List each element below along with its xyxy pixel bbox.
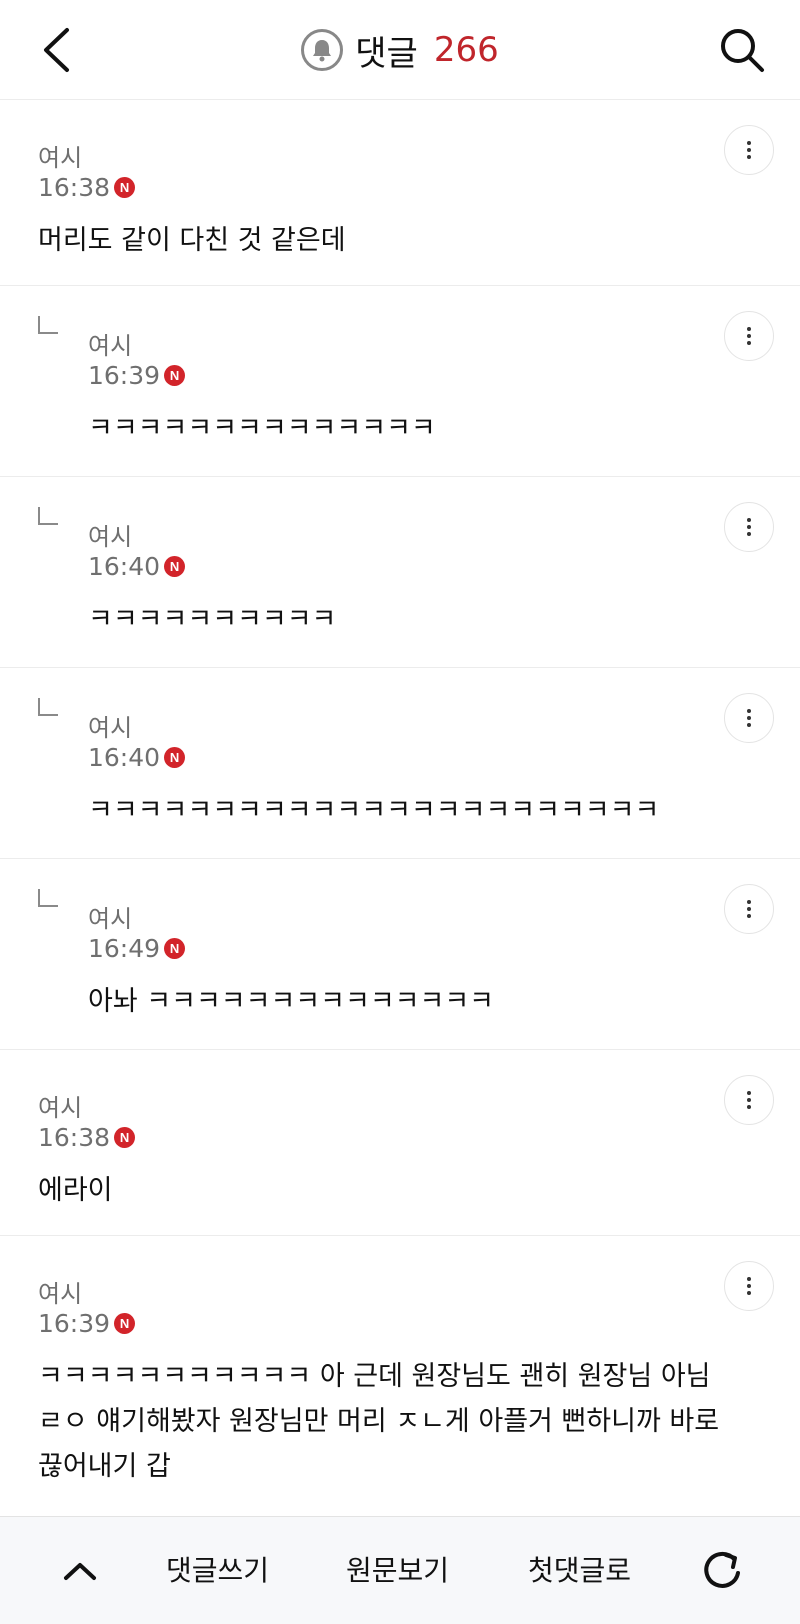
comment-author: 여시 — [88, 905, 133, 933]
comment-time: 16:38 — [38, 1123, 111, 1152]
comment-time-row: 16:39 N — [38, 1309, 136, 1338]
comment-text: ㅋㅋㅋㅋㅋㅋㅋㅋㅋㅋ — [88, 604, 337, 635]
reply-arrow-icon — [38, 889, 58, 907]
new-badge: N — [164, 747, 186, 768]
comment-time-row: 16:40 N — [88, 743, 186, 772]
comment-item: 여시 16:38 N 머리도 같이 다친 것 같은데 — [0, 100, 800, 286]
comment-author: 여시 — [88, 714, 133, 742]
new-badge: N — [164, 556, 186, 577]
reply-arrow-icon — [38, 698, 58, 716]
comment-author: 여시 — [38, 144, 83, 172]
search-icon[interactable] — [712, 20, 772, 80]
comment-item: 여시 16:38 N 에라이 — [0, 1050, 800, 1236]
comment-text: ㅋㅋㅋㅋㅋㅋㅋㅋㅋㅋㅋㅋㅋㅋㅋㅋㅋㅋㅋㅋㅋㅋㅋ — [88, 795, 660, 826]
page-title: 댓글 266 — [0, 0, 800, 100]
comment-time: 16:49 — [88, 934, 161, 963]
reply-item: 여시 16:49 N 아놔 ㅋㅋㅋㅋㅋㅋㅋㅋㅋㅋㅋㅋㅋㅋ — [0, 859, 800, 1050]
chevron-up-icon[interactable] — [52, 1541, 108, 1601]
bottom-toolbar: 댓글쓰기 원문보기 첫댓글로 — [0, 1516, 800, 1624]
comment-text: 아놔 ㅋㅋㅋㅋㅋㅋㅋㅋㅋㅋㅋㅋㅋㅋ — [88, 986, 495, 1017]
comment-time: 16:40 — [88, 743, 161, 772]
new-badge: N — [114, 1127, 136, 1148]
comment-time-row: 16:40 N — [88, 552, 186, 581]
comment-author: 여시 — [88, 332, 133, 360]
comment-time-row: 16:39 N — [88, 361, 186, 390]
comment-text: ㅋㅋㅋㅋㅋㅋㅋㅋㅋㅋㅋ 아 근데 원장님도 괜히 원장님 아님 ㄹㅇ 얘기해봤자… — [38, 1361, 720, 1482]
reply-arrow-icon — [38, 316, 58, 334]
comment-time-row: 16:38 N — [38, 173, 136, 202]
new-badge: N — [164, 938, 186, 959]
reply-item: 여시 16:39 N ㅋㅋㅋㅋㅋㅋㅋㅋㅋㅋㅋㅋㅋㅋ — [0, 286, 800, 477]
reply-item: 여시 16:40 N ㅋㅋㅋㅋㅋㅋㅋㅋㅋㅋㅋㅋㅋㅋㅋㅋㅋㅋㅋㅋㅋㅋㅋ — [0, 668, 800, 859]
comment-author: 여시 — [88, 523, 133, 551]
comment-count: 266 — [433, 30, 499, 70]
comment-time: 16:40 — [88, 552, 161, 581]
title-label: 댓글 — [355, 33, 418, 74]
new-badge: N — [164, 365, 186, 386]
comment-item: 여시 16:39 N ㅋㅋㅋㅋㅋㅋㅋㅋㅋㅋㅋ 아 근데 원장님도 괜히 원장님 … — [0, 1236, 800, 1516]
more-options-icon[interactable] — [724, 1261, 774, 1311]
comment-time-row: 16:38 N — [38, 1123, 136, 1152]
write-comment-button[interactable]: 댓글쓰기 — [166, 1547, 269, 1595]
comment-time: 16:39 — [38, 1309, 111, 1338]
comment-text: ㅋㅋㅋㅋㅋㅋㅋㅋㅋㅋㅋㅋㅋㅋ — [88, 413, 436, 444]
comment-author: 여시 — [38, 1094, 83, 1122]
more-options-icon[interactable] — [724, 693, 774, 743]
reply-arrow-icon — [38, 507, 58, 525]
first-comment-button[interactable]: 첫댓글로 — [528, 1547, 631, 1595]
header: 댓글 266 — [0, 0, 800, 100]
more-options-icon[interactable] — [724, 1075, 774, 1125]
comment-text: 머리도 같이 다친 것 같은데 — [38, 225, 346, 256]
comment-time: 16:38 — [38, 173, 111, 202]
refresh-icon[interactable] — [692, 1541, 752, 1601]
comment-time: 16:39 — [88, 361, 161, 390]
comment-text: 에라이 — [38, 1175, 113, 1206]
new-badge: N — [114, 177, 136, 198]
comment-author: 여시 — [38, 1280, 83, 1308]
more-options-icon[interactable] — [724, 502, 774, 552]
reply-item: 여시 16:40 N ㅋㅋㅋㅋㅋㅋㅋㅋㅋㅋ — [0, 477, 800, 668]
comment-time-row: 16:49 N — [88, 934, 186, 963]
more-options-icon[interactable] — [724, 125, 774, 175]
more-options-icon[interactable] — [724, 311, 774, 361]
bell-icon[interactable] — [301, 29, 344, 71]
more-options-icon[interactable] — [724, 884, 774, 934]
view-original-button[interactable]: 원문보기 — [346, 1547, 449, 1595]
comment-list: 여시 16:38 N 머리도 같이 다친 것 같은데 여시 16:39 N ㅋㅋ… — [0, 100, 800, 1516]
new-badge: N — [114, 1313, 136, 1334]
